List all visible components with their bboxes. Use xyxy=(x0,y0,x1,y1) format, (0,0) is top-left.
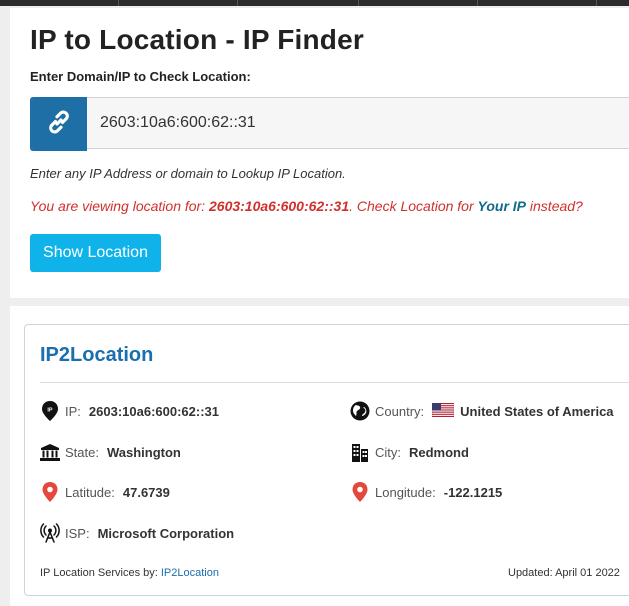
divider xyxy=(40,382,629,383)
longitude-label: Longitude: xyxy=(375,484,436,500)
services-credit: IP Location Services by: IP2Location xyxy=(40,567,219,579)
viewing-ip: 2603:10a6:600:62::31 xyxy=(209,198,350,214)
browser-top-bar xyxy=(0,0,629,6)
input-addon xyxy=(30,97,87,151)
viewing-middle: . Check Location for xyxy=(349,198,478,214)
isp-row: ISP: Microsoft Corporation xyxy=(40,523,234,543)
map-pin-icon xyxy=(40,482,60,502)
country-label: Country: xyxy=(375,403,425,419)
ip2location-link[interactable]: IP2Location xyxy=(161,567,219,579)
viewing-prefix: You are viewing location for: xyxy=(30,198,209,214)
us-flag-icon xyxy=(431,402,455,420)
state-row: State: Washington xyxy=(40,442,181,462)
state-label: State: xyxy=(65,444,99,460)
result-panel: IP2Location IP IP: 2603:10a6:600:62::31 … xyxy=(24,324,629,596)
isp-label: ISP: xyxy=(65,525,90,541)
longitude-row: Longitude: -122.1215 xyxy=(350,482,502,502)
map-marker-ip-icon: IP xyxy=(40,401,60,421)
result-brand: IP2Location xyxy=(40,344,154,366)
input-label: Enter Domain/IP to Check Location: xyxy=(30,69,251,84)
city-icon xyxy=(350,442,370,462)
tab-segment xyxy=(0,0,119,6)
show-location-button[interactable]: Show Location xyxy=(30,234,161,272)
tab-segment xyxy=(119,0,238,6)
viewing-location-notice: You are viewing location for: 2603:10a6:… xyxy=(30,198,583,214)
svg-text:IP: IP xyxy=(47,408,53,414)
link-icon xyxy=(44,107,74,142)
map-pin-icon xyxy=(350,482,370,502)
latitude-label: Latitude: xyxy=(65,484,115,500)
tab-segment xyxy=(478,0,597,6)
tab-segment xyxy=(359,0,478,6)
isp-value: Microsoft Corporation xyxy=(97,525,235,541)
ip-domain-input[interactable] xyxy=(87,97,629,149)
building-icon xyxy=(40,442,60,462)
country-value: United States of America xyxy=(460,403,614,419)
ip-label: IP: xyxy=(65,403,81,419)
ip-row: IP IP: 2603:10a6:600:62::31 xyxy=(40,401,219,421)
country-row: Country: United States of America xyxy=(350,401,614,421)
city-value: Redmond xyxy=(409,444,469,460)
city-row: City: Redmond xyxy=(350,442,469,462)
city-label: City: xyxy=(375,444,401,460)
antenna-icon xyxy=(40,523,60,543)
longitude-value: -122.1215 xyxy=(443,484,503,500)
latitude-row: Latitude: 47.6739 xyxy=(40,482,170,502)
lookup-card: IP to Location - IP Finder Enter Domain/… xyxy=(10,8,629,298)
viewing-suffix: instead? xyxy=(526,198,583,214)
your-ip-link[interactable]: Your IP xyxy=(478,198,527,214)
ip-value: 2603:10a6:600:62::31 xyxy=(88,403,220,419)
latitude-value: 47.6739 xyxy=(122,484,170,500)
page-title: IP to Location - IP Finder xyxy=(30,24,364,55)
services-prefix: IP Location Services by: xyxy=(40,567,161,579)
ip-input-group xyxy=(30,97,629,151)
globe-icon xyxy=(350,401,370,421)
input-hint: Enter any IP Address or domain to Lookup… xyxy=(30,166,346,181)
result-card: IP2Location IP IP: 2603:10a6:600:62::31 … xyxy=(10,306,629,606)
tab-segment xyxy=(238,0,359,6)
state-value: Washington xyxy=(106,444,181,460)
updated-date: Updated: April 01 2022 xyxy=(508,567,620,579)
